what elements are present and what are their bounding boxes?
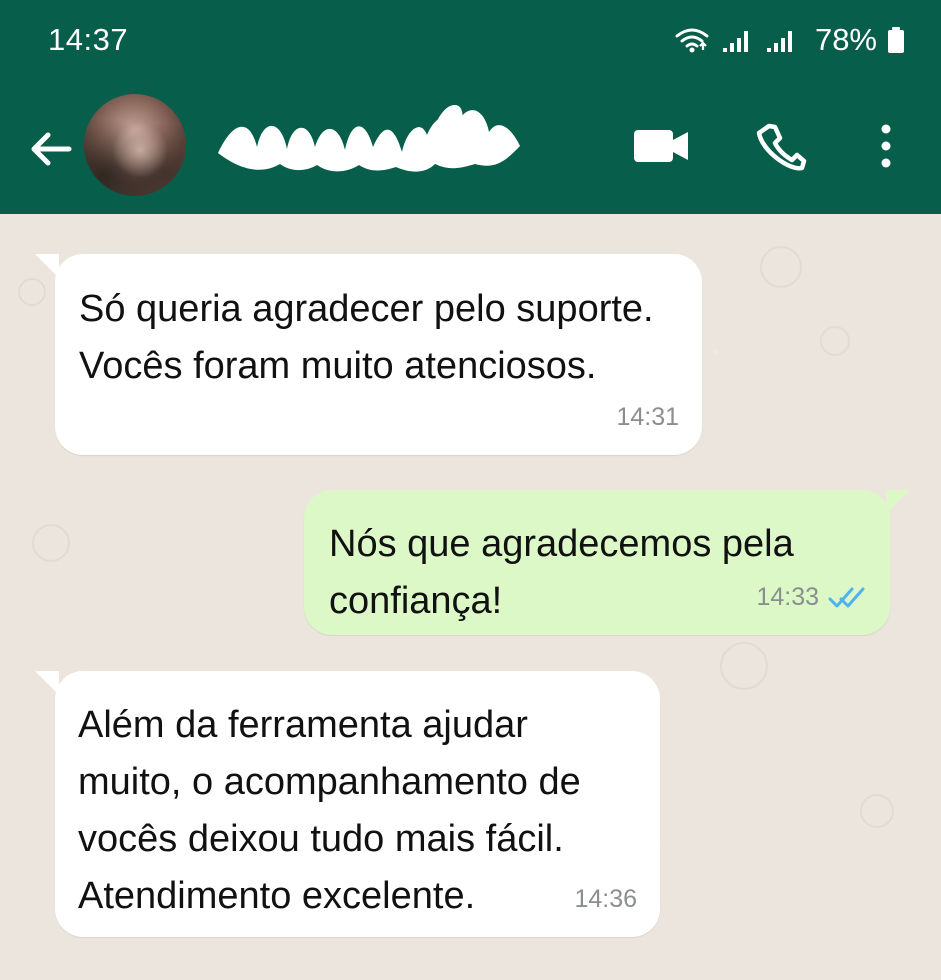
message-meta: 14:36 xyxy=(574,884,637,914)
message-bubble[interactable]: Nós que agradecemos pela confiança! 14:3… xyxy=(304,490,910,635)
message-meta: 14:31 xyxy=(616,402,679,432)
contact-name-redaction xyxy=(218,104,520,172)
message-bubble[interactable]: Além da ferramenta ajudar muito, o acomp… xyxy=(35,671,660,937)
status-bar: 14:37 78% xyxy=(0,0,941,86)
avatar[interactable] xyxy=(84,94,186,196)
message-text: Só queria agradecer pelo suporte. Vocês … xyxy=(79,288,654,387)
message-time: 14:33 xyxy=(756,583,819,611)
wallpaper-doodle xyxy=(18,278,46,306)
more-vertical-icon[interactable] xyxy=(874,120,898,172)
phone-icon[interactable] xyxy=(755,120,807,172)
battery-percent: 78% xyxy=(814,22,877,57)
message-meta: 14:33 xyxy=(756,582,867,612)
signal-icon xyxy=(766,31,792,52)
message-text: Além da ferramenta ajudar muito, o acomp… xyxy=(78,704,581,917)
message-time: 14:36 xyxy=(574,885,637,913)
wallpaper-doodle xyxy=(720,642,768,690)
battery-icon xyxy=(888,27,904,53)
wallpaper-doodle xyxy=(32,524,70,562)
message-bubble[interactable]: Só queria agradecer pelo suporte. Vocês … xyxy=(35,254,702,455)
signal-icon xyxy=(722,31,748,52)
wallpaper-doodle xyxy=(760,246,802,288)
wallpaper-doodle xyxy=(860,794,894,828)
status-time: 14:37 xyxy=(48,22,129,57)
video-call-icon[interactable] xyxy=(632,124,692,168)
status-icons: 78% xyxy=(673,20,905,60)
double-check-icon xyxy=(828,587,865,608)
chat-header xyxy=(0,86,941,214)
wallpaper-doodle xyxy=(820,326,850,356)
arrow-left-icon[interactable] xyxy=(26,124,76,174)
message-time: 14:31 xyxy=(616,403,679,431)
message-text: Nós que agradecemos pela confiança! xyxy=(329,523,794,622)
wifi-icon xyxy=(675,28,709,53)
avatar-image xyxy=(84,94,186,196)
chat-area[interactable]: Só queria agradecer pelo suporte. Vocês … xyxy=(0,214,941,980)
